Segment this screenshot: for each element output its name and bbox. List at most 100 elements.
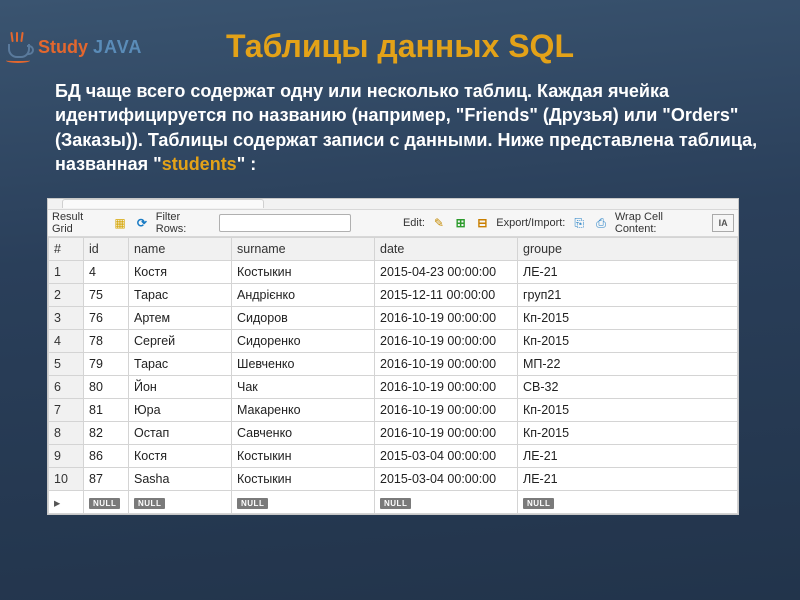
cell-name[interactable]: Костя bbox=[129, 261, 232, 284]
cell-surname[interactable]: Костыкин bbox=[232, 445, 375, 468]
cell-date[interactable]: 2016-10-19 00:00:00 bbox=[375, 307, 518, 330]
cell-id[interactable]: 82 bbox=[84, 422, 129, 445]
col-header-name[interactable]: name bbox=[129, 238, 232, 261]
cell-surname[interactable]: Костыкин bbox=[232, 261, 375, 284]
table-row[interactable]: 14КостяКостыкин2015-04-23 00:00:00ЛЕ-21 bbox=[49, 261, 738, 284]
cell-id[interactable]: 79 bbox=[84, 353, 129, 376]
cell-rownum[interactable]: 9 bbox=[49, 445, 84, 468]
table-row[interactable]: 275ТарасАндрієнко2015-12-11 00:00:00груп… bbox=[49, 284, 738, 307]
cell-rownum[interactable]: 8 bbox=[49, 422, 84, 445]
logo-text-java: JAVA bbox=[93, 37, 142, 57]
cell-groupe[interactable]: МП-22 bbox=[518, 353, 738, 376]
cell-surname[interactable]: Костыкин bbox=[232, 468, 375, 491]
cell-surname[interactable]: Сидоров bbox=[232, 307, 375, 330]
table-row[interactable]: 680ЙонЧак2016-10-19 00:00:00СВ-32 bbox=[49, 376, 738, 399]
table-row[interactable]: 781ЮраМакаренко2016-10-19 00:00:00Кп-201… bbox=[49, 399, 738, 422]
table-row[interactable]: 1087SashaКостыкин2015-03-04 00:00:00ЛЕ-2… bbox=[49, 468, 738, 491]
table-row[interactable]: 986КостяКостыкин2015-03-04 00:00:00ЛЕ-21 bbox=[49, 445, 738, 468]
export-icon[interactable]: ⎘ bbox=[571, 215, 587, 231]
grid-toolbar: Result Grid ▦ ⟳ Filter Rows: 🔍 Edit: ✎ ⊞… bbox=[48, 210, 738, 237]
cell-surname[interactable]: Макаренко bbox=[232, 399, 375, 422]
cell-name[interactable]: Сергей bbox=[129, 330, 232, 353]
table-null-row[interactable]: ▸NULLNULLNULLNULLNULL bbox=[49, 491, 738, 514]
cell-rownum[interactable]: ▸ bbox=[49, 491, 84, 514]
cell-rownum[interactable]: 7 bbox=[49, 399, 84, 422]
cell-id[interactable]: 78 bbox=[84, 330, 129, 353]
col-header-surname[interactable]: surname bbox=[232, 238, 375, 261]
cell-id[interactable]: 87 bbox=[84, 468, 129, 491]
table-row[interactable]: 478СергейСидоренко2016-10-19 00:00:00Кп-… bbox=[49, 330, 738, 353]
cell-name[interactable]: Sasha bbox=[129, 468, 232, 491]
cell-surname[interactable]: NULL bbox=[232, 491, 375, 514]
cell-id[interactable]: 76 bbox=[84, 307, 129, 330]
cell-date[interactable]: 2016-10-19 00:00:00 bbox=[375, 376, 518, 399]
cell-date[interactable]: NULL bbox=[375, 491, 518, 514]
cell-id[interactable]: NULL bbox=[84, 491, 129, 514]
cell-rownum[interactable]: 1 bbox=[49, 261, 84, 284]
add-row-icon[interactable]: ⊞ bbox=[453, 215, 469, 231]
cell-date[interactable]: 2016-10-19 00:00:00 bbox=[375, 422, 518, 445]
filter-input-wrap: 🔍 bbox=[219, 214, 351, 232]
col-header-date[interactable]: date bbox=[375, 238, 518, 261]
cell-groupe[interactable]: Кп-2015 bbox=[518, 330, 738, 353]
cell-date[interactable]: 2016-10-19 00:00:00 bbox=[375, 399, 518, 422]
edit-row-icon[interactable]: ✎ bbox=[431, 215, 447, 231]
cell-rownum[interactable]: 3 bbox=[49, 307, 84, 330]
cell-id[interactable]: 80 bbox=[84, 376, 129, 399]
cell-groupe[interactable]: СВ-32 bbox=[518, 376, 738, 399]
cell-groupe[interactable]: ЛЕ-21 bbox=[518, 445, 738, 468]
cell-rownum[interactable]: 4 bbox=[49, 330, 84, 353]
cell-name[interactable]: Юра bbox=[129, 399, 232, 422]
col-header-id[interactable]: id bbox=[84, 238, 129, 261]
filter-rows-input[interactable] bbox=[219, 214, 351, 232]
cell-id[interactable]: 81 bbox=[84, 399, 129, 422]
cell-name[interactable]: Костя bbox=[129, 445, 232, 468]
col-header-groupe[interactable]: groupe bbox=[518, 238, 738, 261]
cell-id[interactable]: 4 bbox=[84, 261, 129, 284]
cell-name[interactable]: NULL bbox=[129, 491, 232, 514]
result-tab[interactable] bbox=[62, 199, 264, 208]
cell-groupe[interactable]: Кп-2015 bbox=[518, 399, 738, 422]
cell-id[interactable]: 75 bbox=[84, 284, 129, 307]
cell-date[interactable]: 2015-03-04 00:00:00 bbox=[375, 468, 518, 491]
cell-rownum[interactable]: 6 bbox=[49, 376, 84, 399]
cell-name[interactable]: Йон bbox=[129, 376, 232, 399]
cell-groupe[interactable]: Кп-2015 bbox=[518, 422, 738, 445]
cell-name[interactable]: Тарас bbox=[129, 284, 232, 307]
table-row[interactable]: 882ОстапСавченко2016-10-19 00:00:00Кп-20… bbox=[49, 422, 738, 445]
cell-date[interactable]: 2015-12-11 00:00:00 bbox=[375, 284, 518, 307]
cell-date[interactable]: 2015-04-23 00:00:00 bbox=[375, 261, 518, 284]
delete-row-icon[interactable]: ⊟ bbox=[475, 215, 491, 231]
cell-id[interactable]: 86 bbox=[84, 445, 129, 468]
cell-groupe[interactable]: ЛЕ-21 bbox=[518, 261, 738, 284]
cell-groupe[interactable]: NULL bbox=[518, 491, 738, 514]
cell-groupe[interactable]: Кп-2015 bbox=[518, 307, 738, 330]
table-row[interactable]: 376АртемСидоров2016-10-19 00:00:00Кп-201… bbox=[49, 307, 738, 330]
study-java-logo: Study JAVA bbox=[6, 32, 142, 62]
cell-surname[interactable]: Савченко bbox=[232, 422, 375, 445]
cell-groupe[interactable]: ЛЕ-21 bbox=[518, 468, 738, 491]
cell-name[interactable]: Тарас bbox=[129, 353, 232, 376]
students-table: # id name surname date groupe 14КостяКос… bbox=[48, 237, 738, 514]
cell-rownum[interactable]: 5 bbox=[49, 353, 84, 376]
cell-rownum[interactable]: 2 bbox=[49, 284, 84, 307]
cell-rownum[interactable]: 10 bbox=[49, 468, 84, 491]
cell-groupe[interactable]: груп21 bbox=[518, 284, 738, 307]
cell-name[interactable]: Артем bbox=[129, 307, 232, 330]
cell-date[interactable]: 2015-03-04 00:00:00 bbox=[375, 445, 518, 468]
wrap-cell-label: Wrap Cell Content: bbox=[615, 211, 706, 235]
grid-icon[interactable]: ▦ bbox=[112, 215, 128, 231]
cell-date[interactable]: 2016-10-19 00:00:00 bbox=[375, 353, 518, 376]
import-icon[interactable]: ⎙ bbox=[593, 215, 609, 231]
col-header-rownum[interactable]: # bbox=[49, 238, 84, 261]
cell-surname[interactable]: Андрієнко bbox=[232, 284, 375, 307]
cell-surname[interactable]: Шевченко bbox=[232, 353, 375, 376]
wrap-cell-icon[interactable]: IA bbox=[712, 214, 734, 232]
null-pill: NULL bbox=[89, 498, 120, 509]
cell-name[interactable]: Остап bbox=[129, 422, 232, 445]
cell-date[interactable]: 2016-10-19 00:00:00 bbox=[375, 330, 518, 353]
cell-surname[interactable]: Чак bbox=[232, 376, 375, 399]
cell-surname[interactable]: Сидоренко bbox=[232, 330, 375, 353]
refresh-icon[interactable]: ⟳ bbox=[134, 215, 150, 231]
table-row[interactable]: 579ТарасШевченко2016-10-19 00:00:00МП-22 bbox=[49, 353, 738, 376]
